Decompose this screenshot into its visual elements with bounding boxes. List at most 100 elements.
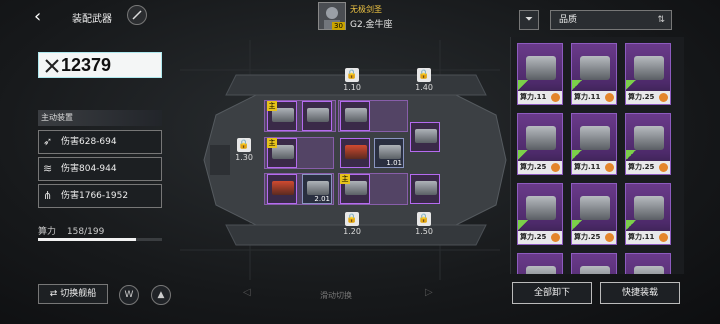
inventory-item[interactable]: 算力.11 bbox=[571, 43, 617, 105]
active-equipment-label: 伤害628-694 bbox=[61, 137, 117, 147]
capacity-bar-fill bbox=[38, 238, 137, 241]
upgrade-icon bbox=[626, 80, 636, 90]
locked-slot-value: 1.50 bbox=[415, 227, 433, 236]
power-value: 12379 bbox=[61, 55, 112, 75]
pilot-rank: G2.金牛座 bbox=[350, 20, 393, 30]
quick-equip-button[interactable]: 快捷装载 bbox=[600, 282, 680, 304]
locked-slot[interactable]: 🔒 1.10 bbox=[340, 68, 364, 92]
weapon-icon bbox=[307, 108, 329, 122]
locked-slot[interactable]: 🔒 1.50 bbox=[412, 212, 436, 236]
active-equipment-item[interactable]: ≋ 伤害804-944 bbox=[38, 157, 162, 181]
upgrade-icon bbox=[518, 150, 528, 160]
pilot-name: 无极剑圣 bbox=[350, 5, 382, 14]
locked-slot-value: 1.10 bbox=[343, 83, 361, 92]
upgrade-icon bbox=[572, 220, 582, 230]
slot-level: 1.01 bbox=[386, 159, 402, 167]
fleet-button[interactable]: ▲ bbox=[151, 285, 171, 305]
filter-button[interactable]: ⏷ bbox=[519, 10, 539, 30]
inventory-item[interactable]: 算力.25 bbox=[517, 183, 563, 245]
unload-all-button[interactable]: 全部卸下 bbox=[512, 282, 592, 304]
wing-emblem-icon: W bbox=[124, 290, 134, 300]
swipe-left-icon[interactable]: ◁ bbox=[243, 287, 251, 298]
chevron-left-icon: ‹ bbox=[34, 6, 42, 27]
swipe-hint: 滑动切换 bbox=[320, 291, 352, 300]
capacity-used: 158 bbox=[66, 227, 85, 237]
edit-button[interactable] bbox=[127, 5, 147, 25]
lock-icon: 🔒 bbox=[237, 138, 251, 152]
weapon-slot[interactable]: 主 bbox=[267, 138, 297, 168]
main-tag: 主 bbox=[267, 101, 277, 111]
upgrade-icon bbox=[572, 80, 582, 90]
pilot-level-badge: 30 bbox=[332, 22, 345, 30]
crossed-swords-icon bbox=[45, 59, 59, 73]
inventory-item[interactable]: 算力.11 bbox=[571, 113, 617, 175]
weapon-slot[interactable]: 2.01 bbox=[302, 174, 332, 204]
locked-slot[interactable]: 🔒 1.40 bbox=[412, 68, 436, 92]
weapon-slot[interactable] bbox=[410, 174, 440, 204]
page-title: 装配武器 bbox=[72, 14, 112, 25]
swipe-right-icon[interactable]: ▷ bbox=[425, 287, 433, 298]
lock-icon: 🔒 bbox=[345, 68, 359, 82]
funnel-icon: ⏷ bbox=[525, 14, 533, 25]
locked-slot-value: 1.20 bbox=[343, 227, 361, 236]
lock-icon: 🔒 bbox=[417, 68, 431, 82]
lock-icon: 🔒 bbox=[417, 212, 431, 226]
weapon-slot[interactable] bbox=[267, 174, 297, 204]
weapon-slot[interactable]: 主 bbox=[340, 174, 370, 204]
inventory-item[interactable] bbox=[517, 253, 563, 274]
weapon-icon bbox=[580, 56, 610, 80]
rarity-badge-icon bbox=[605, 163, 614, 172]
weapon-icon bbox=[345, 145, 367, 159]
weapon-slot[interactable]: 主 bbox=[267, 101, 297, 131]
weapon-slot[interactable]: 1.01 bbox=[374, 138, 404, 168]
back-button[interactable]: ‹ bbox=[34, 8, 52, 26]
weapon-icon bbox=[526, 266, 556, 274]
rarity-badge-icon bbox=[551, 93, 560, 102]
weapon-icon bbox=[526, 126, 556, 150]
inventory-item[interactable]: 算力.25 bbox=[625, 43, 671, 105]
swap-icon: ⇄ bbox=[49, 289, 61, 299]
active-equipment-item[interactable]: ➶ 伤害628-694 bbox=[38, 130, 162, 154]
inventory-item[interactable] bbox=[625, 253, 671, 274]
weapon-icon bbox=[379, 145, 401, 159]
inventory-item[interactable] bbox=[571, 253, 617, 274]
multi-missile-icon: ⋔ bbox=[43, 189, 53, 202]
weapon-slot[interactable] bbox=[340, 138, 370, 168]
active-equipment-item[interactable]: ⋔ 伤害1766-1952 bbox=[38, 184, 162, 208]
active-equipment-label: 伤害804-944 bbox=[61, 164, 117, 174]
weapon-icon bbox=[415, 129, 437, 143]
inventory-item[interactable]: 算力.25 bbox=[517, 113, 563, 175]
upgrade-icon bbox=[518, 220, 528, 230]
rarity-badge-icon bbox=[659, 163, 668, 172]
weapon-icon bbox=[272, 181, 294, 195]
emblem-button[interactable]: W bbox=[119, 285, 139, 305]
switch-ship-button[interactable]: ⇄ 切换舰船 bbox=[38, 284, 108, 304]
main-tag: 主 bbox=[267, 138, 277, 148]
active-equipment-title: 主动装置 bbox=[38, 110, 162, 126]
inventory-item[interactable]: 算力.11 bbox=[517, 43, 563, 105]
locked-slot[interactable]: 🔒 1.20 bbox=[340, 212, 364, 236]
lock-icon: 🔒 bbox=[345, 212, 359, 226]
slot-level: 2.01 bbox=[314, 195, 330, 203]
rarity-badge-icon bbox=[659, 233, 668, 242]
rarity-badge-icon bbox=[551, 163, 560, 172]
power-panel: 12379 bbox=[38, 52, 162, 78]
inventory-item[interactable]: 算力.11 bbox=[625, 183, 671, 245]
rarity-badge-icon bbox=[551, 233, 560, 242]
weapon-icon bbox=[634, 266, 664, 274]
weapon-icon bbox=[634, 126, 664, 150]
capacity-bar bbox=[38, 238, 162, 241]
weapon-slot[interactable] bbox=[340, 101, 370, 131]
weapon-icon bbox=[345, 108, 367, 122]
pencil-icon bbox=[132, 10, 142, 20]
upgrade-icon bbox=[626, 150, 636, 160]
inventory-item[interactable]: 算力.25 bbox=[571, 183, 617, 245]
weapon-slot[interactable] bbox=[410, 122, 440, 152]
inventory-item[interactable]: 算力.25 bbox=[625, 113, 671, 175]
beam-icon: ≋ bbox=[43, 162, 53, 175]
weapon-icon bbox=[307, 181, 329, 195]
weapon-slot[interactable] bbox=[302, 101, 332, 131]
weapon-icon bbox=[526, 56, 556, 80]
sort-select[interactable]: 品质 ⇅ bbox=[550, 10, 672, 30]
locked-slot[interactable]: 🔒 1.30 bbox=[232, 138, 256, 162]
